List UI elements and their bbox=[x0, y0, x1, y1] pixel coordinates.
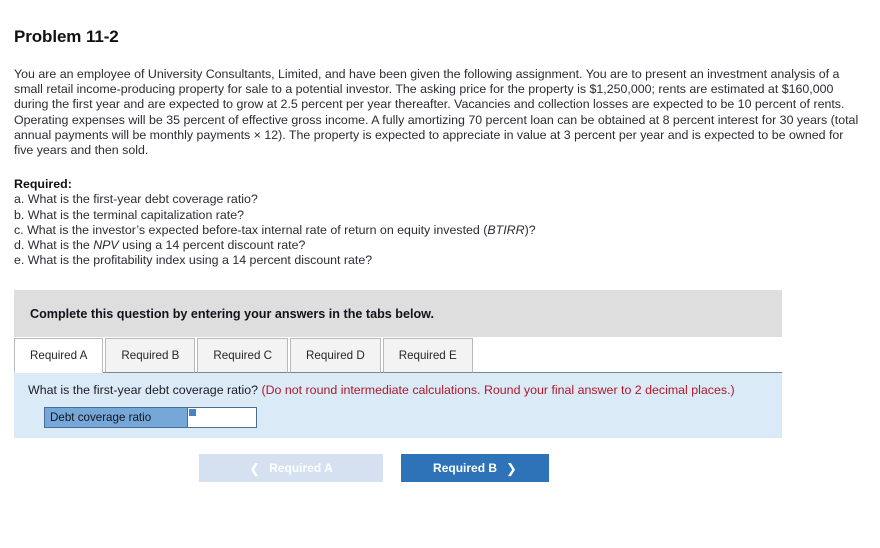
chevron-left-icon: ❮ bbox=[249, 460, 261, 476]
answer-input-cell[interactable] bbox=[188, 408, 256, 428]
question-prompt: What is the first-year debt coverage rat… bbox=[28, 383, 259, 398]
prev-required-a-button[interactable]: ❮ Required A bbox=[199, 454, 383, 483]
required-item-d-suffix: using a 14 percent discount rate? bbox=[118, 238, 306, 253]
tab-required-d[interactable]: Required D bbox=[290, 338, 381, 374]
tab-required-e[interactable]: Required E bbox=[382, 338, 473, 374]
required-item-a: a. What is the first-year debt coverage … bbox=[14, 192, 866, 207]
prev-required-a-label: Required A bbox=[269, 461, 333, 476]
required-item-c-suffix: )? bbox=[524, 222, 536, 237]
required-item-c-prefix: c. What is the investor’s expected befor… bbox=[14, 222, 488, 237]
next-required-b-label: Required B bbox=[433, 461, 498, 476]
question-panel: What is the first-year debt coverage rat… bbox=[14, 373, 782, 439]
chevron-right-icon: ❯ bbox=[506, 460, 517, 476]
required-item-b-prefix: b. What is the terminal capitalization r… bbox=[14, 207, 245, 222]
required-item-e: e. What is the profitability index using… bbox=[14, 253, 866, 268]
question-rounding-note: (Do not round intermediate calculations.… bbox=[261, 383, 735, 398]
answer-row: Debt coverage ratio bbox=[44, 407, 257, 429]
tab-required-d-label: Required D bbox=[306, 349, 365, 363]
required-item-c-term: BTIRR bbox=[487, 222, 525, 237]
tab-required-a-label: Required A bbox=[30, 349, 88, 363]
required-heading: Required: bbox=[14, 177, 72, 192]
required-item-c: c. What is the investor’s expected befor… bbox=[14, 223, 866, 238]
instruction-banner: Complete this question by entering your … bbox=[14, 290, 782, 338]
tab-required-b-label: Required B bbox=[121, 349, 180, 363]
required-item-a-prefix: a. What is the first-year debt coverage … bbox=[14, 192, 258, 207]
required-item-e-prefix: e. What is the profitability index using… bbox=[14, 253, 373, 268]
question-text: What is the first-year debt coverage rat… bbox=[28, 382, 768, 398]
page-title: Problem 11-2 bbox=[14, 27, 119, 46]
required-item-b: b. What is the terminal capitalization r… bbox=[14, 208, 866, 223]
navigation-row: ❮ Required A Required B ❯ bbox=[0, 454, 880, 483]
required-item-d-term: NPV bbox=[93, 238, 119, 253]
tab-required-c[interactable]: Required C bbox=[197, 338, 289, 374]
problem-statement: You are an employee of University Consul… bbox=[14, 67, 859, 158]
tab-required-a[interactable]: Required A bbox=[14, 338, 104, 374]
required-section: Required: a. What is the first-year debt… bbox=[0, 158, 880, 268]
required-item-d-prefix: d. What is the bbox=[14, 238, 94, 253]
tab-strip: Required A Required B Required C Require… bbox=[14, 337, 782, 374]
tab-required-c-label: Required C bbox=[213, 349, 273, 363]
instruction-banner-text: Complete this question by entering your … bbox=[30, 306, 434, 321]
tab-required-b[interactable]: Required B bbox=[105, 338, 196, 374]
next-required-b-button[interactable]: Required B ❯ bbox=[401, 454, 549, 483]
tab-required-e-label: Required E bbox=[398, 349, 457, 363]
required-item-d: d. What is the NPV using a 14 percent di… bbox=[14, 238, 866, 253]
text-cursor-icon bbox=[189, 409, 196, 417]
answer-row-label: Debt coverage ratio bbox=[45, 408, 188, 428]
